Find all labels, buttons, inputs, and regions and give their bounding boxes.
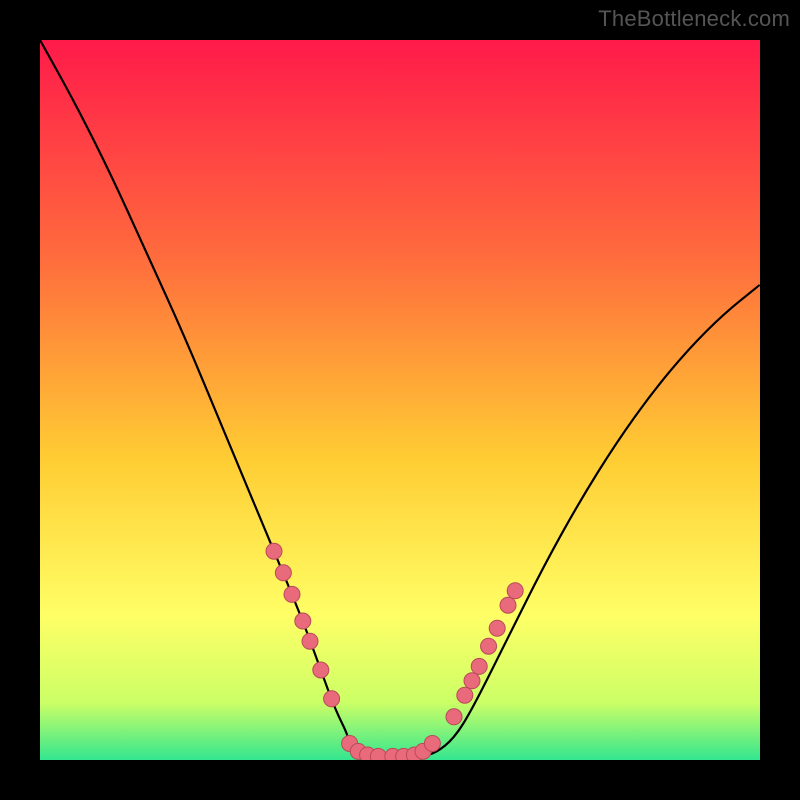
- watermark-text: TheBottleneck.com: [598, 6, 790, 32]
- data-marker: [275, 565, 291, 581]
- data-marker: [481, 638, 497, 654]
- data-marker: [464, 673, 480, 689]
- data-marker: [302, 633, 318, 649]
- data-marker: [370, 748, 386, 760]
- data-marker: [295, 613, 311, 629]
- data-marker: [313, 662, 329, 678]
- data-marker: [457, 687, 473, 703]
- chart-frame: TheBottleneck.com: [0, 0, 800, 800]
- chart-background: [40, 40, 760, 760]
- data-marker: [446, 709, 462, 725]
- data-marker: [500, 597, 516, 613]
- data-marker: [471, 658, 487, 674]
- data-marker: [507, 583, 523, 599]
- data-marker: [424, 735, 440, 751]
- data-marker: [266, 543, 282, 559]
- bottleneck-chart: [40, 40, 760, 760]
- data-marker: [489, 620, 505, 636]
- data-marker: [284, 586, 300, 602]
- data-marker: [324, 691, 340, 707]
